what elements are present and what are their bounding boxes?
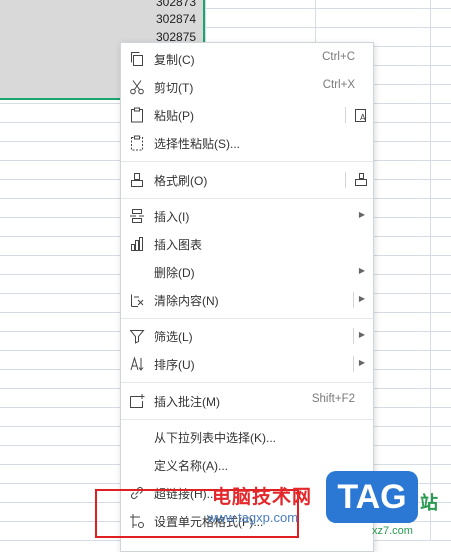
menu-item-delete[interactable]: 删除(D) ▶ <box>121 258 373 286</box>
chart-icon <box>129 236 145 252</box>
menu-label: 清除内容(N) <box>154 294 219 308</box>
menu-label: 从下拉列表中选择(K)... <box>154 431 276 445</box>
menu-item-format-painter[interactable]: 格式刷(O) <box>121 166 373 194</box>
menu-item-insert[interactable]: 插入(I) ▶ <box>121 202 373 230</box>
shortcut-text: Ctrl+X <box>322 79 355 91</box>
menu-label: 选择性粘贴(S)... <box>154 137 240 151</box>
format-brush-small-icon[interactable] <box>353 172 369 188</box>
menu-item-filter[interactable]: 筛选(L) ▶ <box>121 322 373 350</box>
submenu-arrow-icon: ▶ <box>358 330 365 339</box>
menu-label: 筛选(L) <box>154 330 193 344</box>
filter-icon <box>129 328 145 344</box>
menu-separator <box>121 198 373 199</box>
submenu-arrow-icon: ▶ <box>358 358 365 367</box>
menu-separator <box>121 382 373 383</box>
menu-item-sort[interactable]: 排序(U) ▶ <box>121 350 373 378</box>
menu-item-paste-special[interactable]: 选择性粘贴(S)... <box>121 129 373 157</box>
menu-separator <box>121 419 373 420</box>
watermark-text: 电脑技术网 <box>212 487 313 508</box>
shortcut-text: Shift+F2 <box>311 393 355 405</box>
menu-label: 插入批注(M) <box>154 395 220 409</box>
paste-format-icon[interactable]: A <box>353 107 369 123</box>
comment-icon <box>129 393 145 409</box>
watermark-char: 站 <box>420 493 438 513</box>
menu-label: 粘贴(P) <box>154 109 194 123</box>
sort-icon <box>129 356 145 372</box>
menu-label: 删除(D) <box>154 266 195 280</box>
menu-separator <box>121 318 373 319</box>
divider <box>353 328 354 344</box>
menu-label: 插入图表 <box>154 238 203 252</box>
menu-label: 定义名称(A)... <box>154 459 228 473</box>
eraser-icon <box>129 292 145 308</box>
menu-label: 格式刷(O) <box>154 174 208 188</box>
divider <box>353 356 354 372</box>
paste-special-icon <box>129 135 145 151</box>
submenu-arrow-icon: ▶ <box>358 210 365 219</box>
menu-item-cut[interactable]: 剪切(T) Ctrl+X <box>121 73 373 101</box>
menu-separator <box>121 161 373 162</box>
shortcut-text: Ctrl+C <box>322 51 355 63</box>
column-divider <box>430 0 431 541</box>
menu-item-paste[interactable]: 粘贴(P) A <box>121 101 373 129</box>
divider <box>345 172 346 188</box>
watermark-url: www.tagxp.com <box>207 510 299 525</box>
divider <box>353 292 354 308</box>
paste-icon <box>129 107 145 123</box>
scissors-icon <box>129 79 145 95</box>
menu-item-insert-comment[interactable]: 插入批注(M) Shift+F2 <box>121 387 373 415</box>
menu-label: 复制(C) <box>154 53 195 67</box>
menu-item-insert-chart[interactable]: 插入图表 <box>121 230 373 258</box>
menu-item-pick-from-list[interactable]: 从下拉列表中选择(K)... <box>121 423 373 451</box>
menu-item-clear-contents[interactable]: 清除内容(N) ▶ <box>121 286 373 314</box>
divider <box>345 107 346 123</box>
menu-label: 排序(U) <box>154 358 195 372</box>
svg-text:A: A <box>360 113 366 122</box>
watermark-logo-text: TAG <box>337 478 407 516</box>
copy-icon <box>129 51 145 67</box>
menu-item-copy[interactable]: 复制(C) Ctrl+C <box>121 45 373 73</box>
format-brush-icon <box>129 172 145 188</box>
submenu-arrow-icon: ▶ <box>358 294 365 303</box>
insert-icon <box>129 208 145 224</box>
cell-value[interactable]: 302874 <box>156 12 196 26</box>
cell-value[interactable]: 302873 <box>156 0 196 9</box>
watermark-small-url: xz7.com <box>372 525 413 537</box>
menu-label: 剪切(T) <box>154 81 194 95</box>
watermark-logo: TAG <box>326 471 418 523</box>
submenu-arrow-icon: ▶ <box>358 266 365 275</box>
menu-label: 插入(I) <box>154 210 190 224</box>
